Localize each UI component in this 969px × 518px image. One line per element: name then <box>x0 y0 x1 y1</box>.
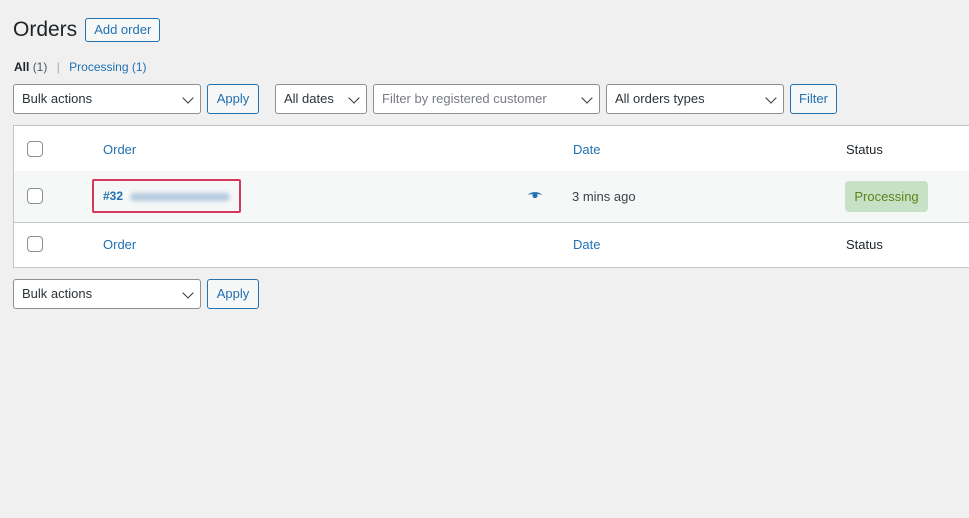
title-row: Orders Add order <box>13 17 161 43</box>
eye-icon[interactable] <box>527 189 543 201</box>
view-processing-link[interactable]: Processing (1) <box>69 60 146 74</box>
bulk-actions-bottom-value: Bulk actions <box>22 286 93 301</box>
order-number[interactable]: #32 <box>103 189 123 203</box>
column-order-header[interactable]: Order <box>103 142 136 157</box>
orders-page: Orders Add order All (1) | Processing (1… <box>0 0 969 518</box>
status-views: All (1) | Processing (1) <box>14 60 147 74</box>
order-types-select[interactable]: All orders types <box>606 84 784 114</box>
bulk-actions-value: Bulk actions <box>22 91 93 106</box>
column-status-footer: Status <box>846 237 883 252</box>
chevron-down-icon <box>765 92 777 104</box>
view-all-label[interactable]: All <box>14 60 29 74</box>
bulk-actions-select-bottom[interactable]: Bulk actions <box>13 279 201 309</box>
customer-filter-select[interactable]: Filter by registered customer <box>373 84 600 114</box>
apply-button[interactable]: Apply <box>207 84 259 114</box>
order-date: 3 mins ago <box>572 189 636 204</box>
view-all-count: (1) <box>32 60 48 74</box>
column-date-header[interactable]: Date <box>573 142 600 157</box>
orders-table: Order Date Status #32 3 mins ago Process… <box>13 125 969 268</box>
customer-filter-placeholder: Filter by registered customer <box>382 91 547 106</box>
order-types-value: All orders types <box>615 91 705 106</box>
table-row[interactable]: #32 3 mins ago Processing <box>14 171 969 223</box>
filter-button[interactable]: Filter <box>790 84 837 114</box>
chevron-down-icon <box>182 92 194 104</box>
view-processing-label: Processing <box>69 60 129 74</box>
blurred-customer-name <box>130 193 230 201</box>
dates-value: All dates <box>284 91 334 106</box>
chevron-down-icon <box>581 92 593 104</box>
column-order-footer[interactable]: Order <box>103 237 136 252</box>
table-header-row: Order Date Status <box>14 126 969 172</box>
table-footer-row: Order Date Status <box>14 222 969 268</box>
dates-select[interactable]: All dates <box>275 84 367 114</box>
bulk-actions-select[interactable]: Bulk actions <box>13 84 201 114</box>
chevron-down-icon <box>348 92 360 104</box>
chevron-down-icon <box>182 287 194 299</box>
add-order-button[interactable]: Add order <box>85 18 161 42</box>
page-title: Orders <box>13 18 78 41</box>
view-separator: | <box>56 60 60 74</box>
order-link-highlight[interactable]: #32 <box>92 179 241 213</box>
column-date-footer[interactable]: Date <box>573 237 600 252</box>
status-badge: Processing <box>845 181 928 212</box>
select-all-checkbox[interactable] <box>27 141 43 157</box>
column-status-header: Status <box>846 142 883 157</box>
apply-button-bottom[interactable]: Apply <box>207 279 259 309</box>
select-all-checkbox-footer[interactable] <box>27 236 43 252</box>
row-checkbox[interactable] <box>27 188 43 204</box>
view-processing-count: (1) <box>131 60 147 74</box>
